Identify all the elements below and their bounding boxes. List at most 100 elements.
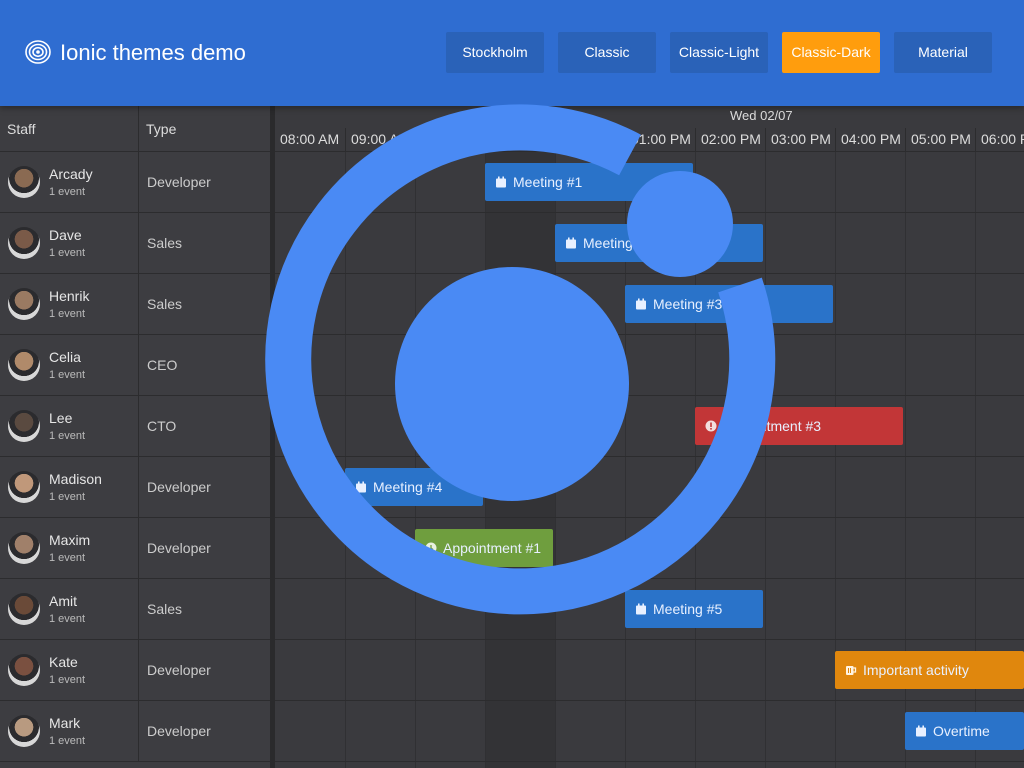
theme-button-stockholm[interactable]: Stockholm bbox=[446, 32, 544, 73]
event-label: Meeting #3 bbox=[653, 296, 723, 312]
event-bar[interactable]: Meeting #2 bbox=[555, 224, 763, 262]
avatar bbox=[8, 227, 40, 259]
hour-header: 08:00 AM bbox=[280, 131, 340, 147]
event-label: Appointment #1 bbox=[443, 540, 542, 556]
resource-row[interactable]: Mark 1 event Developer bbox=[0, 701, 270, 762]
resource-event-count: 1 event bbox=[49, 186, 86, 198]
event-label: Appointment #3 bbox=[723, 418, 822, 434]
header-divider bbox=[275, 151, 1024, 152]
resource-event-count: 1 event bbox=[49, 735, 86, 747]
avatar bbox=[8, 410, 40, 442]
avatar bbox=[8, 593, 40, 625]
hour-header: 03:00 PM bbox=[765, 128, 835, 152]
row-gridline bbox=[275, 639, 1024, 640]
row-gridline bbox=[275, 456, 1024, 457]
event-bar[interactable]: Overtime bbox=[905, 712, 1024, 750]
calendar-icon bbox=[915, 723, 933, 739]
resource-type: Sales bbox=[147, 296, 183, 312]
hour-header: 12:00 PM bbox=[555, 128, 625, 152]
resource-type: CTO bbox=[147, 418, 177, 434]
resource-row[interactable]: Kate 1 event Developer bbox=[0, 640, 270, 701]
hour-header: 11:00 AM bbox=[485, 128, 555, 152]
resource-name-cell: Kate 1 event bbox=[0, 640, 139, 700]
calendar-icon bbox=[635, 601, 653, 617]
resource-name: Madison bbox=[49, 471, 102, 487]
resource-name: Henrik bbox=[49, 288, 90, 304]
row-gridline bbox=[275, 212, 1024, 213]
row-gridline bbox=[275, 517, 1024, 518]
day-header: Wed 02/07 bbox=[730, 108, 793, 123]
event-bar[interactable]: Meeting #4 bbox=[345, 468, 483, 506]
resource-name-cell: Madison 1 event bbox=[0, 457, 139, 517]
event-bar[interactable]: Appointment #3 bbox=[695, 407, 903, 445]
resource-type: Developer bbox=[147, 540, 211, 556]
event-bar[interactable]: Meeting #3 bbox=[625, 285, 833, 323]
hour-header: 01:00 PM bbox=[625, 128, 695, 152]
resource-type: Sales bbox=[147, 601, 183, 617]
resource-event-count: 1 event bbox=[49, 369, 86, 381]
column-header-staff[interactable]: Staff bbox=[0, 106, 139, 152]
event-bar[interactable]: Important activity bbox=[835, 651, 1024, 689]
event-label: Important activity bbox=[863, 662, 969, 678]
resource-type: CEO bbox=[147, 357, 178, 373]
event-label: Meeting #5 bbox=[653, 601, 723, 617]
app-header: Ionic themes demo Stockholm Classic Clas… bbox=[0, 0, 1024, 106]
resource-row[interactable]: Madison 1 event Developer bbox=[0, 457, 270, 518]
event-bar[interactable]: Appointment #1 bbox=[415, 529, 553, 567]
resource-name: Arcady bbox=[49, 166, 93, 182]
hour-header: 06:00 PM bbox=[975, 128, 1024, 152]
theme-button-material[interactable]: Material bbox=[894, 32, 992, 73]
event-bar[interactable]: Meeting #5 bbox=[625, 590, 763, 628]
resource-name: Maxim bbox=[49, 532, 91, 548]
row-gridline bbox=[275, 273, 1024, 274]
resource-panel: Staff Type Arcady 1 event Developer Dave 1 e… bbox=[0, 106, 270, 768]
resource-event-count: 1 event bbox=[49, 247, 86, 259]
calendar-icon bbox=[635, 296, 653, 312]
avatar bbox=[8, 532, 40, 564]
calendar-icon bbox=[565, 235, 583, 251]
event-bar[interactable]: Meeting #1 bbox=[485, 163, 693, 201]
column-gridline bbox=[415, 152, 416, 768]
column-gridline bbox=[345, 152, 346, 768]
resource-row[interactable]: Lee 1 event CTO bbox=[0, 396, 270, 457]
current-time-column bbox=[485, 152, 555, 768]
clock-icon bbox=[425, 540, 443, 556]
resource-row[interactable]: Maxim 1 event Developer bbox=[0, 518, 270, 579]
avatar bbox=[8, 654, 40, 686]
resource-name: Celia bbox=[49, 349, 81, 365]
calendar-icon bbox=[495, 174, 513, 190]
theme-button-classic-light[interactable]: Classic-Light bbox=[670, 32, 768, 73]
timeline: Wed 02/07 08:00 AM 09:00 AM 10:00 AM 11:00 … bbox=[275, 106, 1024, 768]
resource-event-count: 1 event bbox=[49, 613, 86, 625]
resource-name: Kate bbox=[49, 654, 78, 670]
resource-name: Amit bbox=[49, 593, 77, 609]
column-header-type[interactable]: Type bbox=[139, 106, 270, 152]
resource-event-count: 1 event bbox=[49, 674, 86, 686]
resource-type: Developer bbox=[147, 662, 211, 678]
event-label: Meeting #2 bbox=[583, 235, 653, 251]
resource-row[interactable]: Dave 1 event Sales bbox=[0, 213, 270, 274]
theme-button-classic[interactable]: Classic bbox=[558, 32, 656, 73]
resource-type: Developer bbox=[147, 174, 211, 190]
resource-row[interactable]: Henrik 1 event Sales bbox=[0, 274, 270, 335]
hour-header: 02:00 PM bbox=[695, 128, 765, 152]
resource-event-count: 1 event bbox=[49, 552, 86, 564]
hour-header: 04:00 PM bbox=[835, 128, 905, 152]
resource-type: Sales bbox=[147, 235, 183, 251]
row-gridline bbox=[275, 700, 1024, 701]
event-label: Meeting #4 bbox=[373, 479, 443, 495]
row-gridline bbox=[275, 395, 1024, 396]
coffee-icon bbox=[845, 662, 863, 678]
resource-row[interactable]: Celia 1 event CEO bbox=[0, 335, 270, 396]
resource-row[interactable]: Amit 1 event Sales bbox=[0, 579, 270, 640]
hour-header: 10:00 AM bbox=[415, 128, 485, 152]
avatar bbox=[8, 715, 40, 747]
avatar bbox=[8, 166, 40, 198]
resource-event-count: 1 event bbox=[49, 308, 86, 320]
resource-type: Developer bbox=[147, 723, 211, 739]
resource-row[interactable]: Arcady 1 event Developer bbox=[0, 152, 270, 213]
resource-name-cell: Henrik 1 event bbox=[0, 274, 139, 334]
theme-button-classic-dark[interactable]: Classic-Dark bbox=[782, 32, 880, 73]
alert-icon bbox=[705, 418, 723, 434]
column-gridline bbox=[485, 152, 486, 768]
